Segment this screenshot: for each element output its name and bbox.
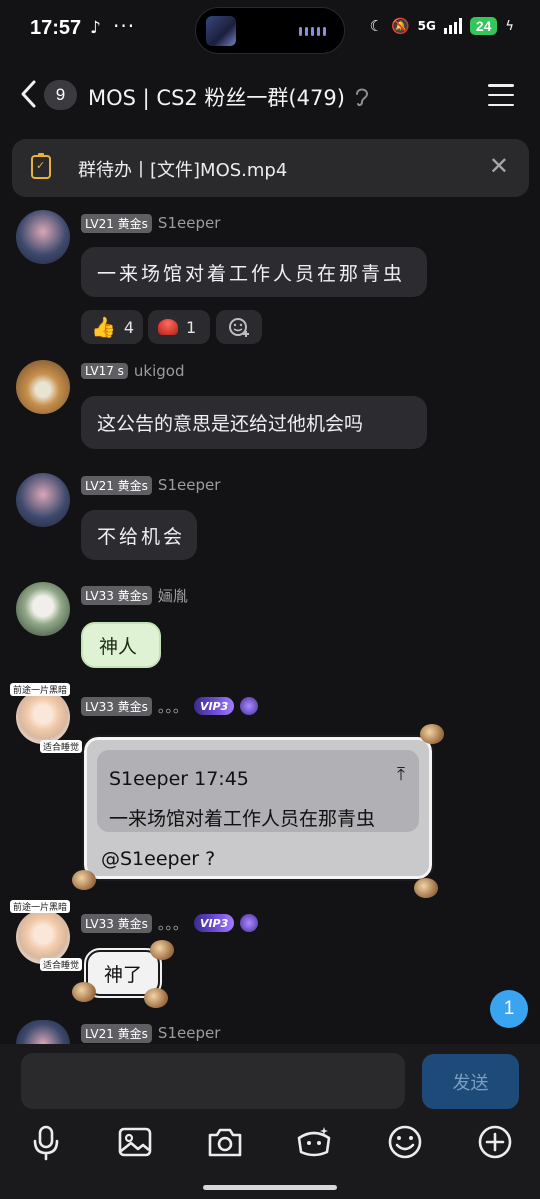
back-button[interactable] — [18, 79, 40, 109]
message-bubble[interactable]: 一来场馆对着工作人员在那青虫 — [81, 247, 427, 297]
microphone-icon[interactable] — [26, 1122, 66, 1162]
quote-header: S1eeper 17:45 — [109, 768, 249, 790]
reaction-red-button[interactable]: 1 — [148, 310, 210, 344]
avatar[interactable] — [16, 690, 70, 744]
add-reaction-button[interactable] — [216, 310, 262, 344]
wolf-badge-icon — [240, 914, 259, 932]
unread-count-badge[interactable]: 9 — [44, 80, 77, 110]
charging-icon: ϟ — [505, 18, 514, 34]
more-notifications-icon: ··· — [113, 14, 136, 38]
audio-wave-icon — [299, 27, 326, 36]
composer: 发送 — [0, 1044, 540, 1199]
avatar[interactable] — [16, 1020, 70, 1044]
quoted-message[interactable]: S1eeper 17:45 ⤒ 一来场馆对着工作人员在那青虫 — [97, 750, 419, 832]
close-icon[interactable]: ✕ — [489, 154, 509, 178]
hamster-decoration-icon — [414, 878, 438, 898]
sender-name[interactable]: 。。。 — [158, 913, 188, 934]
new-messages-badge[interactable]: 1 — [490, 990, 528, 1028]
sender-info: LV21 黄金s S1eeper — [81, 475, 220, 495]
hamster-decoration-icon — [144, 988, 168, 1008]
vip-badge: VIP3 — [193, 914, 235, 932]
sender-name[interactable]: S1eeper — [158, 1024, 220, 1042]
moon-icon: ☾ — [369, 17, 383, 35]
quote-text: 一来场馆对着工作人员在那青虫 — [109, 808, 376, 830]
todo-text: 群待办丨[文件]MOS.mp4 — [78, 160, 288, 181]
now-playing-thumbnail — [206, 16, 236, 46]
add-reaction-icon — [229, 318, 249, 337]
composer-toolbar — [0, 1122, 540, 1162]
hamster-decoration-icon — [72, 982, 96, 1002]
message-bubble[interactable]: 不给机会 — [81, 510, 197, 560]
level-badge: LV21 黄金s — [81, 475, 152, 495]
ear-icon — [356, 88, 369, 107]
sender-name[interactable]: 。。。 — [158, 696, 188, 717]
camera-icon[interactable] — [205, 1122, 245, 1162]
system-indicators: ☾ 🔕 5G 24 ϟ — [369, 17, 514, 35]
hamster-decoration-icon — [150, 940, 174, 960]
reply-message-bubble[interactable]: S1eeper 17:45 ⤒ 一来场馆对着工作人员在那青虫 @S1eeper … — [82, 735, 434, 881]
sender-name[interactable]: 婳胤 — [158, 585, 188, 606]
network-type: 5G — [417, 19, 436, 33]
wolf-badge-icon — [240, 697, 259, 715]
thumbs-up-icon: 👍 — [91, 315, 116, 339]
red-button-icon — [158, 319, 178, 335]
reply-text: @S1eeper ? — [101, 848, 216, 870]
plus-icon[interactable] — [475, 1122, 515, 1162]
signal-icon — [443, 18, 462, 34]
hamster-decoration-icon — [72, 870, 96, 890]
avatar-caption-bottom: 适合睡觉 — [40, 958, 83, 971]
level-badge: LV21 黄金s — [81, 213, 152, 233]
chat-header: 9 MOS | CS2 粉丝一群(479) — [0, 66, 540, 124]
sender-info: LV17 s ukigod — [81, 361, 185, 381]
level-badge: LV33 黄金s — [81, 913, 152, 933]
avatar[interactable] — [16, 360, 70, 414]
message-bubble[interactable]: 神人 — [81, 622, 161, 668]
level-badge: LV21 黄金s — [81, 1023, 152, 1043]
reaction-thumbs-up[interactable]: 👍 4 — [81, 310, 143, 344]
mute-icon: 🔕 — [390, 17, 410, 35]
level-badge: LV33 黄金s — [81, 585, 152, 605]
sender-info: LV33 黄金s 婳胤 — [81, 585, 188, 605]
sticker-icon[interactable] — [294, 1122, 334, 1162]
avatar-caption-top: 前途一片黑暗 — [10, 900, 71, 913]
avatar[interactable] — [16, 582, 70, 636]
battery-indicator: 24 — [469, 17, 498, 35]
level-badge: LV17 s — [81, 363, 128, 379]
reaction-count: 4 — [123, 317, 135, 337]
sender-info: LV33 黄金s 。。。 VIP3 — [81, 913, 259, 934]
sender-info: LV21 黄金s S1eeper — [81, 213, 220, 233]
sender-info: LV21 黄金s S1eeper — [81, 1023, 220, 1043]
sender-info: LV33 黄金s 。。。 VIP3 — [81, 696, 259, 717]
vip-badge: VIP3 — [193, 697, 235, 715]
menu-button[interactable] — [488, 84, 514, 106]
message-input[interactable] — [21, 1053, 405, 1109]
avatar-caption-bottom: 适合睡觉 — [40, 740, 83, 753]
avatar-caption-top: 前途一片黑暗 — [10, 683, 71, 696]
message-bubble[interactable]: 这公告的意思是还给过他机会吗 — [81, 396, 427, 449]
avatar[interactable] — [16, 910, 70, 964]
avatar[interactable] — [16, 473, 70, 527]
level-badge: LV33 黄金s — [81, 696, 152, 716]
clipboard-check-icon — [31, 153, 51, 179]
sender-name[interactable]: S1eeper — [158, 476, 220, 494]
chat-title[interactable]: MOS | CS2 粉丝一群(479) — [88, 82, 345, 112]
home-indicator[interactable] — [203, 1185, 337, 1190]
group-todo-banner[interactable]: 群待办丨[文件]MOS.mp4 ✕ — [12, 139, 529, 197]
reaction-count: 1 — [186, 317, 197, 337]
image-icon[interactable] — [115, 1122, 155, 1162]
sender-name[interactable]: S1eeper — [158, 214, 220, 232]
dynamic-island[interactable] — [195, 7, 345, 54]
hamster-decoration-icon — [420, 724, 444, 744]
avatar[interactable] — [16, 210, 70, 264]
jump-to-original-icon[interactable]: ⤒ — [397, 764, 405, 785]
send-button[interactable]: 发送 — [422, 1054, 519, 1109]
status-bar: 17:57 ♪ ··· ☾ 🔕 5G 24 ϟ — [0, 0, 540, 60]
emoji-icon[interactable] — [385, 1122, 425, 1162]
sender-name[interactable]: ukigod — [134, 362, 185, 380]
tiktok-icon: ♪ — [90, 18, 101, 38]
status-time: 17:57 — [30, 17, 82, 39]
